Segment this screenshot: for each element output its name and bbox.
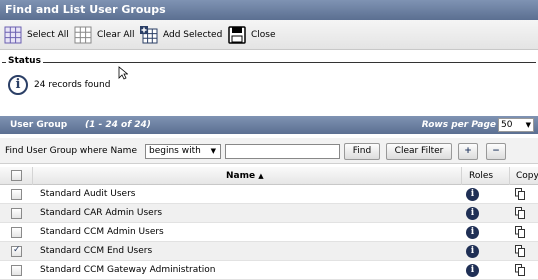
select-all-checkbox[interactable] bbox=[11, 170, 22, 181]
roles-info-icon[interactable]: i bbox=[466, 264, 479, 277]
table-row: Standard CCM End Users i bbox=[0, 242, 538, 261]
page-title: Find and List User Groups bbox=[0, 0, 538, 20]
roles-info-icon[interactable]: i bbox=[466, 188, 479, 201]
table-row: Standard Audit Users i bbox=[0, 185, 538, 204]
user-group-name-link[interactable]: Standard CAR Admin Users bbox=[40, 208, 162, 218]
roles-info-icon[interactable]: i bbox=[466, 226, 479, 239]
filter-label: Find User Group where Name bbox=[5, 146, 137, 156]
table-row: Standard CCM Admin Users i bbox=[0, 223, 538, 242]
add-selected-button[interactable]: Add Selected bbox=[140, 25, 222, 45]
remove-filter-button[interactable]: − bbox=[486, 143, 506, 160]
clear-all-button[interactable]: Clear All bbox=[74, 25, 135, 45]
add-selected-label: Add Selected bbox=[163, 30, 223, 40]
clear-filter-button[interactable]: Clear Filter bbox=[386, 143, 452, 160]
close-button[interactable]: Close bbox=[228, 25, 276, 45]
user-group-name-link[interactable]: Standard Audit Users bbox=[40, 189, 135, 199]
match-type-value: begins with bbox=[149, 146, 201, 156]
rows-per-page-label: Rows per Page bbox=[421, 120, 496, 130]
user-group-table: Name ▲ Roles Copy Standard Audit Users i S… bbox=[0, 167, 538, 280]
user-group-name-link[interactable]: Standard CCM Gateway Administration bbox=[40, 265, 215, 275]
copy-column-header: Copy bbox=[516, 171, 538, 181]
column-divider bbox=[32, 167, 33, 185]
copy-icon[interactable] bbox=[515, 245, 525, 257]
row-checkbox[interactable] bbox=[11, 265, 22, 276]
status-section: Status i 24 records found bbox=[2, 56, 536, 104]
roles-column-header: Roles bbox=[469, 171, 494, 181]
roles-info-icon[interactable]: i bbox=[466, 207, 479, 220]
filter-bar: Find User Group where Name begins with ▼… bbox=[0, 138, 538, 164]
user-group-name-link[interactable]: Standard CCM End Users bbox=[40, 246, 152, 256]
table-header: Name ▲ Roles Copy bbox=[0, 167, 538, 185]
mouse-cursor-icon bbox=[118, 66, 128, 80]
row-checkbox[interactable] bbox=[11, 208, 22, 219]
row-checkbox[interactable] bbox=[11, 189, 22, 200]
toolbar: Select All Clear All Add Selected Close bbox=[0, 20, 538, 50]
record-range: (1 - 24 of 24) bbox=[85, 120, 151, 130]
status-label: Status bbox=[6, 56, 43, 66]
row-checkbox[interactable] bbox=[11, 245, 22, 257]
close-label: Close bbox=[251, 30, 276, 40]
user-group-title: User Group bbox=[10, 120, 68, 130]
row-checkbox[interactable] bbox=[11, 227, 22, 238]
select-all-label: Select All bbox=[27, 30, 69, 40]
rows-per-page-select[interactable]: 50 ▼ bbox=[498, 118, 534, 132]
status-message: 24 records found bbox=[34, 80, 111, 90]
table-row: Standard CAR Admin Users i bbox=[0, 204, 538, 223]
find-button[interactable]: Find bbox=[344, 143, 380, 160]
copy-icon[interactable] bbox=[515, 226, 525, 238]
info-icon: i bbox=[8, 75, 28, 95]
select-all-icon bbox=[4, 26, 22, 44]
roles-info-icon[interactable]: i bbox=[466, 245, 479, 258]
clear-all-label: Clear All bbox=[97, 30, 135, 40]
copy-icon[interactable] bbox=[515, 207, 525, 219]
copy-icon[interactable] bbox=[515, 188, 525, 200]
table-row: Standard CCM Gateway Administration i bbox=[0, 261, 538, 280]
column-divider bbox=[461, 167, 462, 185]
user-group-header: User Group (1 - 24 of 24) Rows per Page … bbox=[0, 116, 538, 134]
sort-ascending-icon: ▲ bbox=[258, 172, 264, 180]
add-filter-button[interactable]: + bbox=[458, 143, 478, 160]
add-grid-icon bbox=[140, 26, 158, 44]
search-input[interactable] bbox=[225, 144, 340, 159]
chevron-down-icon: ▼ bbox=[525, 121, 531, 129]
name-column-label: Name bbox=[226, 171, 256, 181]
table-body: Standard Audit Users i Standard CAR Admin … bbox=[0, 185, 538, 280]
select-all-button[interactable]: Select All bbox=[4, 25, 69, 45]
close-icon bbox=[228, 26, 246, 44]
copy-icon[interactable] bbox=[515, 264, 525, 276]
rows-per-page-value: 50 bbox=[501, 120, 513, 130]
clear-all-icon bbox=[74, 26, 92, 44]
column-divider bbox=[509, 167, 510, 185]
user-group-name-link[interactable]: Standard CCM Admin Users bbox=[40, 227, 164, 237]
name-column-header[interactable]: Name ▲ bbox=[226, 171, 264, 181]
chevron-down-icon: ▼ bbox=[210, 147, 216, 155]
status-message-row: i 24 records found bbox=[8, 75, 110, 95]
match-type-select[interactable]: begins with ▼ bbox=[145, 144, 221, 159]
